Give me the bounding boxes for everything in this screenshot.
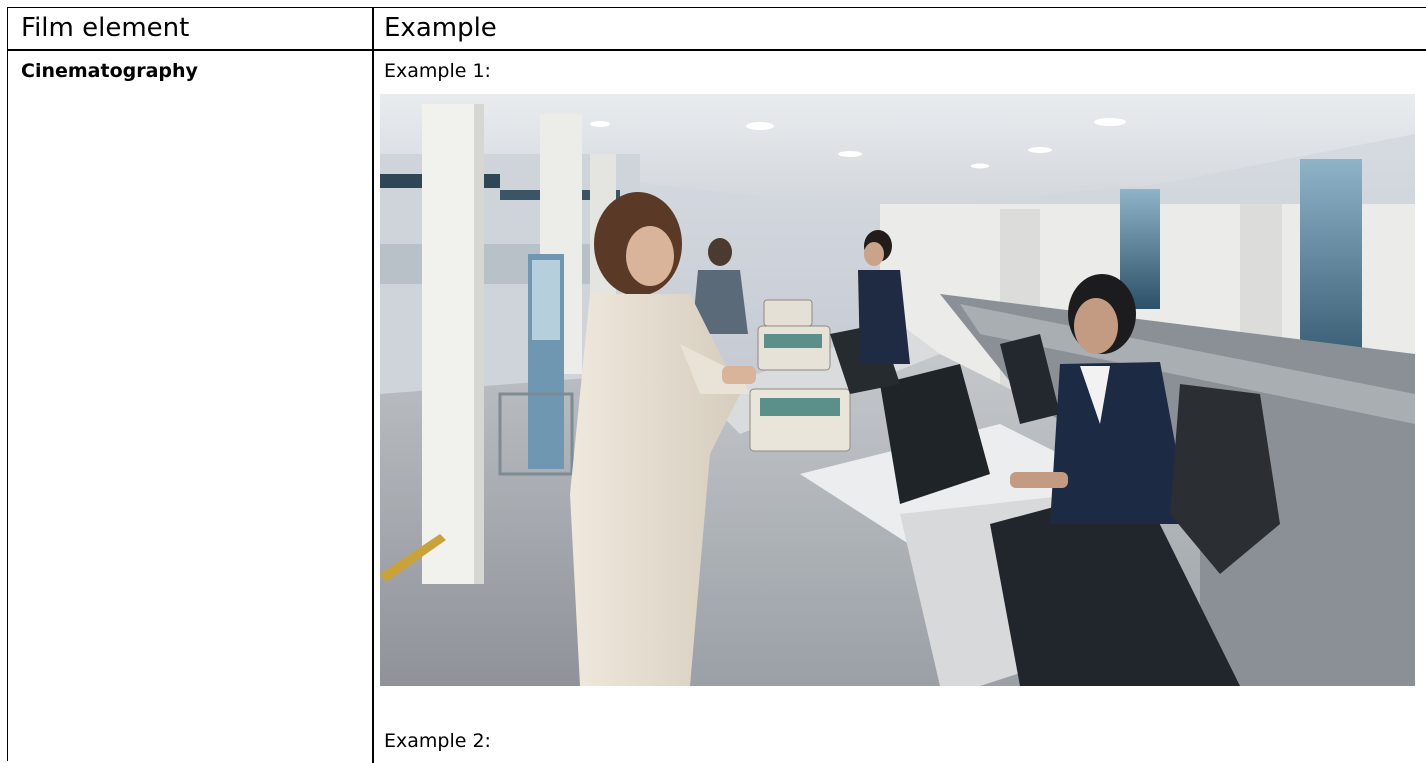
element-cinematography: Cinematography (21, 58, 198, 84)
example-1-label: Example 1: (384, 58, 491, 84)
column-divider (372, 7, 374, 763)
header-divider (7, 49, 1426, 51)
film-elements-table: Film element Example Cinematography Exam… (7, 7, 1426, 761)
header-example: Example (384, 11, 497, 45)
header-film-element: Film element (21, 11, 189, 45)
example-2-label: Example 2: (384, 728, 491, 754)
example-1-image (380, 94, 1415, 686)
